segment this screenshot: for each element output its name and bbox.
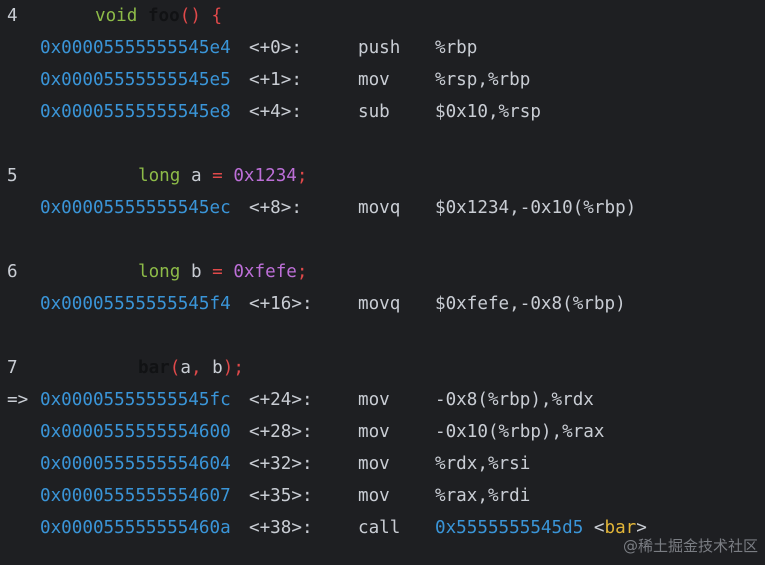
comma: , (190, 358, 202, 378)
instruction-mnemonic: mov (358, 454, 390, 474)
watermark-text: @稀土掘金技术社区 (622, 537, 758, 555)
instruction-line: 0x00005555555545ec <+8>: movq $0x1234,-0… (0, 192, 765, 224)
instruction-mnemonic: movq (358, 198, 401, 218)
type-keyword: long (138, 262, 181, 282)
instruction-address: 0x00005555555545e5 (40, 70, 231, 90)
instruction-offset: <+38>: (249, 518, 313, 538)
instruction-operands: %rbp (435, 38, 478, 58)
disassembly-view: 4 void foo() { 0x00005555555545e4 <+0>: … (0, 0, 765, 544)
instruction-offset: <+16>: (249, 294, 313, 314)
instruction-mnemonic: movq (358, 294, 401, 314)
parens: () (179, 6, 201, 26)
source-code: bar(a, b); (138, 352, 244, 384)
instruction-mnemonic: mov (358, 70, 390, 90)
instruction-offset: <+0>: (249, 38, 302, 58)
instruction-mnemonic: call (358, 518, 401, 538)
instruction-address: 0x0000555555554604 (40, 454, 231, 474)
instruction-address: 0x00005555555545ec (40, 198, 231, 218)
instruction-line: 0x0000555555554607 <+35>: mov %rax,%rdi (0, 480, 765, 512)
semicolon: ; (296, 166, 308, 186)
type-keyword: long (138, 166, 181, 186)
source-line-number: 6 (7, 262, 18, 282)
close-paren: ) (222, 358, 234, 378)
instruction-offset: <+24>: (249, 390, 313, 410)
keyword: void (95, 6, 138, 26)
variable-name: b (190, 262, 202, 282)
instruction-line: 0x00005555555545e5 <+1>: mov %rsp,%rbp (0, 64, 765, 96)
instruction-line-current: => 0x00005555555545fc <+24>: mov -0x8(%r… (0, 384, 765, 416)
symbol-open-bracket: < (593, 518, 605, 538)
instruction-operands: $0xfefe,-0x8(%rbp) (435, 294, 626, 314)
semicolon: ; (233, 358, 244, 378)
source-line-4: 4 void foo() { (0, 0, 765, 32)
variable-name: a (190, 166, 202, 186)
instruction-mnemonic: sub (358, 102, 390, 122)
instruction-offset: <+35>: (249, 486, 313, 506)
instruction-line: 0x0000555555554604 <+32>: mov %rdx,%rsi (0, 448, 765, 480)
source-line-5: 5 long a = 0x1234; (0, 160, 765, 192)
source-code: long b = 0xfefe; (138, 256, 308, 288)
instruction-operands: %rsp,%rbp (435, 70, 531, 90)
current-instruction-marker: => (7, 390, 29, 410)
source-line-number: 7 (7, 358, 18, 378)
literal-value: 0x1234 (233, 166, 297, 186)
instruction-address: 0x00005555555545e8 (40, 102, 231, 122)
instruction-address: 0x000055555555460a (40, 518, 231, 538)
source-line-number: 5 (7, 166, 18, 186)
assign-operator: = (212, 166, 223, 186)
brace: { (211, 6, 223, 26)
argument: a (180, 358, 191, 378)
source-line-6: 6 long b = 0xfefe; (0, 256, 765, 288)
instruction-offset: <+8>: (249, 198, 302, 218)
source-code: long a = 0x1234; (138, 160, 308, 192)
assign-operator: = (212, 262, 223, 282)
instruction-operands: %rdx,%rsi (435, 454, 531, 474)
source-line-7: 7 bar(a, b); (0, 352, 765, 384)
instruction-offset: <+28>: (249, 422, 313, 442)
instruction-offset: <+4>: (249, 102, 302, 122)
source-code: void foo() { (95, 0, 222, 32)
function-name: bar (138, 358, 170, 378)
instruction-mnemonic: mov (358, 422, 390, 442)
instruction-address: 0x0000555555554600 (40, 422, 231, 442)
argument: b (212, 358, 223, 378)
instruction-address: 0x00005555555545e4 (40, 38, 231, 58)
call-target-address: 0x5555555545d5 (435, 518, 584, 538)
function-name: foo (147, 6, 180, 26)
instruction-address: 0x0000555555554607 (40, 486, 231, 506)
instruction-line: 0x00005555555545e8 <+4>: sub $0x10,%rsp (0, 96, 765, 128)
instruction-mnemonic: mov (358, 486, 390, 506)
instruction-line: 0x00005555555545e4 <+0>: push %rbp (0, 32, 765, 64)
semicolon: ; (296, 262, 308, 282)
instruction-operands: $0x1234,-0x10(%rbp) (435, 198, 637, 218)
literal-value: 0xfefe (233, 262, 297, 282)
instruction-operands: -0x10(%rbp),%rax (435, 422, 605, 442)
instruction-offset: <+1>: (249, 70, 302, 90)
open-paren: ( (169, 358, 181, 378)
instruction-address: 0x00005555555545f4 (40, 294, 231, 314)
instruction-operands: %rax,%rdi (435, 486, 531, 506)
instruction-line: 0x0000555555554600 <+28>: mov -0x10(%rbp… (0, 416, 765, 448)
instruction-line: 0x00005555555545f4 <+16>: movq $0xfefe,-… (0, 288, 765, 320)
instruction-mnemonic: push (358, 38, 401, 58)
source-line-number: 4 (7, 6, 18, 26)
instruction-mnemonic: mov (358, 390, 390, 410)
instruction-operands: $0x10,%rsp (435, 102, 541, 122)
instruction-operands: -0x8(%rbp),%rdx (435, 390, 594, 410)
instruction-offset: <+32>: (249, 454, 313, 474)
instruction-address: 0x00005555555545fc (40, 390, 231, 410)
instruction-operands: 0x5555555545d5 <bar> (435, 512, 647, 544)
